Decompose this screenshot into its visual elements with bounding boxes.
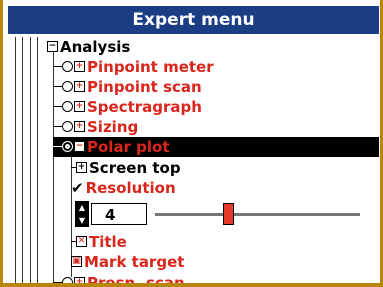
- expand-icon[interactable]: +: [74, 121, 85, 132]
- tree-guide-line: [15, 37, 16, 283]
- tree-node-analysis[interactable]: − Analysis: [47, 37, 130, 57]
- value-stepper[interactable]: ▲ ▼: [75, 201, 89, 227]
- expand-icon[interactable]: +: [74, 277, 85, 283]
- collapse-icon[interactable]: −: [47, 41, 58, 52]
- radio-icon[interactable]: [62, 61, 73, 72]
- tree-connector-icon: [53, 106, 62, 107]
- tree-item-polar-plot[interactable]: − Polar plot: [53, 137, 379, 157]
- expert-menu-window: Expert menu − Analysis + Pinpoint meter + P…: [0, 0, 383, 287]
- tree-item-presn-scan[interactable]: + Presn. scan: [53, 273, 185, 283]
- tree-item-title[interactable]: ✕ Title: [71, 232, 127, 252]
- tree-connector-icon: [53, 146, 62, 147]
- tree-view: − Analysis + Pinpoint meter + Pinpoint scan…: [9, 37, 379, 283]
- tree-guide-line: [37, 37, 38, 283]
- expand-icon[interactable]: +: [76, 162, 87, 173]
- resolution-slider-handle[interactable]: [223, 203, 234, 225]
- tree-item-spectragraph[interactable]: + Spectragraph: [53, 97, 202, 117]
- checkbox-icon[interactable]: ▣: [71, 256, 82, 267]
- tree-item-sizing[interactable]: + Sizing: [53, 117, 138, 137]
- radio-icon[interactable]: [62, 277, 73, 283]
- radio-icon[interactable]: [62, 81, 73, 92]
- stepper-down-icon[interactable]: ▼: [75, 214, 89, 227]
- resolution-value-field[interactable]: 4: [91, 203, 147, 225]
- expand-icon[interactable]: +: [74, 61, 85, 72]
- tree-connector-icon: [53, 282, 62, 283]
- tree-item-resolution[interactable]: ✔ Resolution: [71, 178, 176, 198]
- resolution-slider-track[interactable]: [155, 213, 360, 216]
- tree-connector-icon: [53, 86, 62, 87]
- check-icon: ✔: [71, 179, 84, 197]
- tree-guide-line: [22, 37, 23, 283]
- tree-guide-line: [30, 37, 31, 283]
- expand-icon[interactable]: +: [74, 101, 85, 112]
- collapse-icon[interactable]: −: [74, 141, 85, 152]
- radio-icon[interactable]: [62, 101, 73, 112]
- tree-item-pinpoint-meter[interactable]: + Pinpoint meter: [53, 57, 214, 77]
- radio-icon[interactable]: [62, 121, 73, 132]
- tree-connector-icon: [53, 126, 62, 127]
- radio-selected-icon[interactable]: [62, 141, 73, 152]
- tree-item-mark-target[interactable]: ▣ Mark target: [71, 252, 184, 272]
- stepper-up-icon[interactable]: ▲: [75, 201, 89, 214]
- checkbox-icon[interactable]: ✕: [76, 236, 87, 247]
- expand-icon[interactable]: +: [74, 81, 85, 92]
- tree-item-screen-top[interactable]: + Screen top: [71, 158, 181, 178]
- tree-item-pinpoint-scan[interactable]: + Pinpoint scan: [53, 77, 202, 97]
- tree-connector-icon: [53, 66, 62, 67]
- window-title: Expert menu: [8, 6, 379, 34]
